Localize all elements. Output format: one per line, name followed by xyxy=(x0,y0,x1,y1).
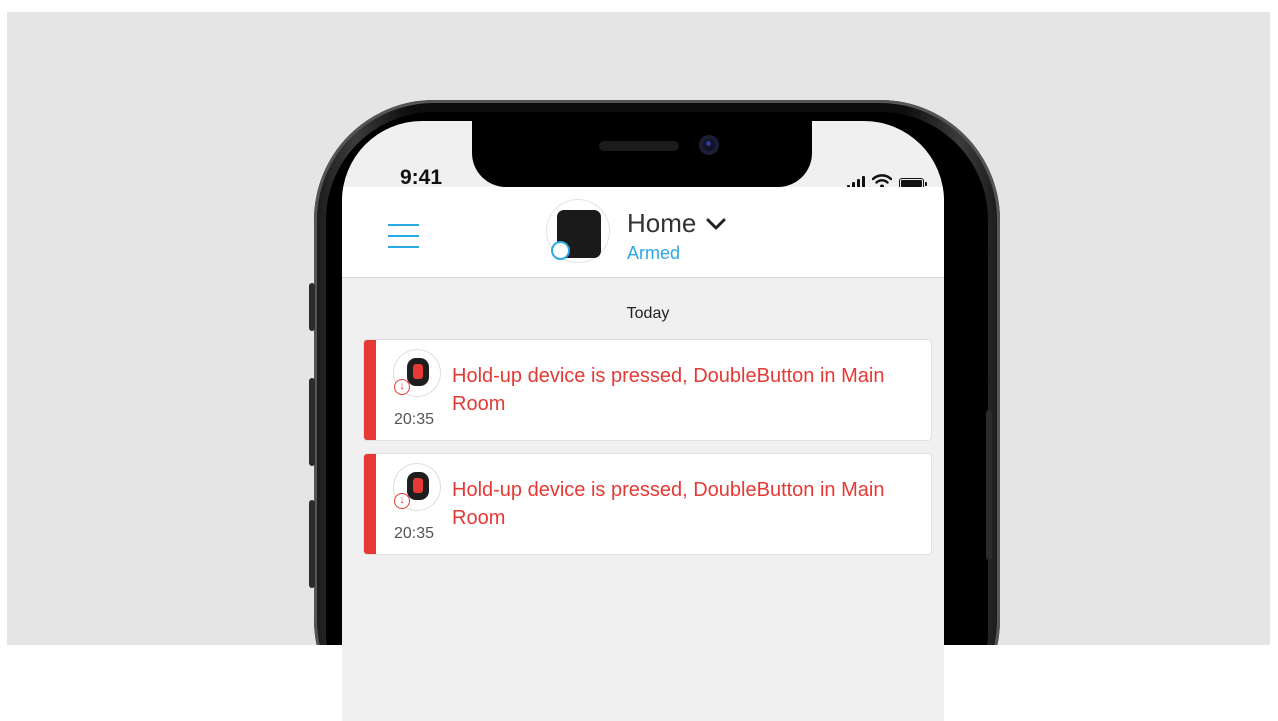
doublebutton-icon: ↓ xyxy=(394,464,440,510)
speaker-grille xyxy=(599,141,679,151)
volume-up-button xyxy=(309,378,315,466)
hub-online-indicator xyxy=(551,241,570,260)
alarm-stripe xyxy=(364,340,376,440)
app-header: Home Armed xyxy=(342,187,944,278)
arrow-down-circle-icon: ↓ xyxy=(394,379,410,395)
hamburger-menu-icon[interactable] xyxy=(388,224,419,248)
phone-screen: 9:41 Home Armed Today ↓ 20:35 Hold-up de… xyxy=(342,121,944,721)
event-time: 20:35 xyxy=(394,411,435,428)
event-card[interactable]: ↓ 20:35 Hold-up device is pressed, Doubl… xyxy=(364,454,931,554)
mute-switch xyxy=(309,283,315,331)
hub-selector[interactable]: Home xyxy=(627,208,726,239)
front-camera xyxy=(699,135,719,155)
notch xyxy=(472,121,812,187)
event-time: 20:35 xyxy=(394,525,435,542)
volume-down-button xyxy=(309,500,315,588)
power-button xyxy=(986,410,992,560)
hub-status: Armed xyxy=(627,243,681,263)
doublebutton-icon: ↓ xyxy=(394,350,440,396)
event-card[interactable]: ↓ 20:35 Hold-up device is pressed, Doubl… xyxy=(364,340,931,440)
arrow-down-circle-icon: ↓ xyxy=(394,493,410,509)
chevron-down-icon xyxy=(706,218,726,229)
hub-avatar[interactable] xyxy=(547,200,609,262)
event-text: Hold-up device is pressed, DoubleButton … xyxy=(452,365,885,415)
event-text: Hold-up device is pressed, DoubleButton … xyxy=(452,479,885,529)
alarm-stripe xyxy=(364,454,376,554)
hub-name: Home xyxy=(627,208,697,238)
section-title-today: Today xyxy=(626,305,670,322)
